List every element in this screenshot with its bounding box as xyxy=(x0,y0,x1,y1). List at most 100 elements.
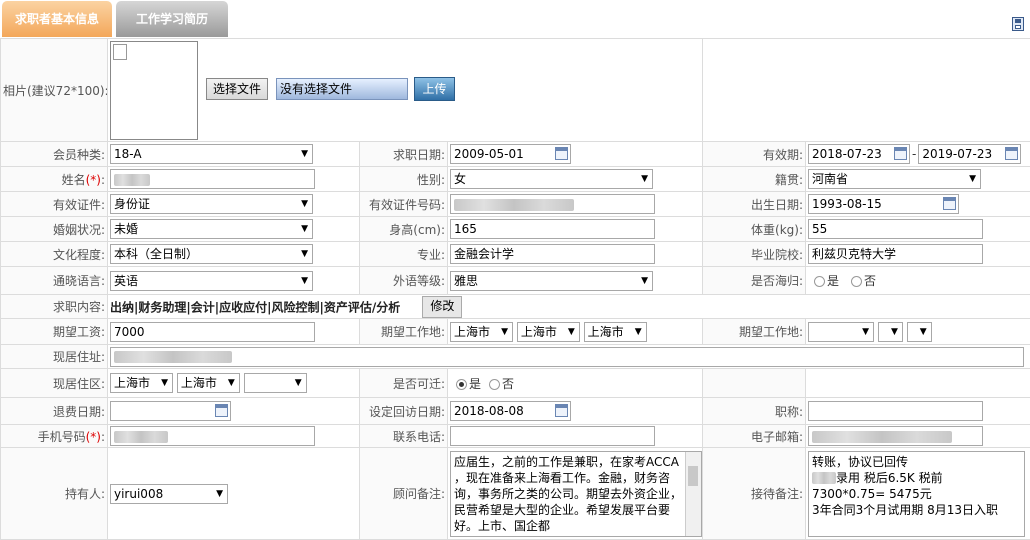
relocate-no-radio[interactable] xyxy=(489,378,501,390)
education-select[interactable]: 本科（全日制） xyxy=(110,244,313,264)
redacted-text xyxy=(114,430,168,443)
native-place-label: 籍贯: xyxy=(702,166,807,192)
expect-province-select[interactable]: 上海市 xyxy=(450,321,513,342)
file-name-display: 没有选择文件 xyxy=(276,78,408,100)
expect-city-select[interactable]: 上海市 xyxy=(516,321,580,342)
height-label: 身高(cm): xyxy=(359,216,448,242)
mobile-input[interactable] xyxy=(110,426,315,446)
name-label: 姓名(*): xyxy=(0,166,108,192)
expect2-city-select[interactable] xyxy=(877,321,903,342)
salary-label: 期望工资: xyxy=(0,318,108,345)
job-date-input[interactable]: 2009-05-01 xyxy=(450,144,571,164)
advisor-note-textarea[interactable]: 应届生，之前的工作是兼职，在家考ACCA ，现在准备来上海看工作。金融，财务咨询… xyxy=(450,450,702,537)
tab-work-history[interactable]: 工作学习简历 xyxy=(116,1,228,37)
save-icon[interactable] xyxy=(1012,17,1024,31)
edit-button[interactable]: 修改 xyxy=(422,295,463,318)
redacted-text xyxy=(114,173,150,186)
district-city-select[interactable]: 上海市 xyxy=(176,373,240,393)
major-input[interactable]: 金融会计学 xyxy=(450,244,655,264)
holder-label: 持有人: xyxy=(0,447,108,540)
expect2-province-select[interactable] xyxy=(808,321,875,342)
weight-input[interactable]: 55 xyxy=(808,219,984,239)
relocate-yes-radio[interactable] xyxy=(456,378,467,390)
birth-date-label: 出生日期: xyxy=(702,191,807,217)
upload-button[interactable]: 上传 xyxy=(414,77,455,101)
salary-input[interactable]: 7000 xyxy=(110,321,315,342)
native-place-select[interactable]: 河南省 xyxy=(808,169,982,189)
height-input[interactable]: 165 xyxy=(450,219,655,239)
major-label: 专业: xyxy=(359,241,448,267)
job-content-label: 求职内容: xyxy=(0,294,108,319)
email-input[interactable] xyxy=(808,426,984,446)
redacted-text xyxy=(812,430,953,443)
birth-date-input[interactable]: 1993-08-15 xyxy=(808,194,960,214)
marital-label: 婚姻状况: xyxy=(0,216,108,242)
reception-note-textarea[interactable]: 转账，协议已回传 录用 税后6.5K 税前 7300*0.75= 5475元 3年合同… xyxy=(808,450,1026,537)
phone-label: 联系电话: xyxy=(359,424,448,448)
overseas-no-radio[interactable] xyxy=(851,276,863,287)
title-label: 职称: xyxy=(702,397,807,425)
member-type-select[interactable]: 18-A xyxy=(110,144,313,164)
revisit-date-label: 设定回访日期: xyxy=(359,397,448,425)
calendar-icon[interactable] xyxy=(215,404,228,417)
id-number-input[interactable] xyxy=(450,194,655,214)
marital-select[interactable]: 未婚 xyxy=(110,219,313,239)
tab-bar: 求职者基本信息 工作学习简历 xyxy=(0,0,1030,38)
valid-period-label: 有效期: xyxy=(702,141,807,167)
scrollbar[interactable] xyxy=(685,451,701,536)
mobile-label: 手机号码(*): xyxy=(0,424,108,448)
overseas-label: 是否海归: xyxy=(702,266,807,295)
district-area-select[interactable] xyxy=(243,373,307,393)
id-type-label: 有效证件: xyxy=(0,191,108,217)
calendar-icon[interactable] xyxy=(1005,147,1019,160)
phone-input[interactable] xyxy=(450,426,655,446)
expect2-district-select[interactable] xyxy=(906,321,932,342)
member-type-label: 会员种类: xyxy=(0,141,108,167)
id-number-label: 有效证件号码: xyxy=(359,191,448,217)
expect-district-select[interactable]: 上海市 xyxy=(583,321,647,342)
redacted-text xyxy=(454,198,574,211)
refund-date-input[interactable] xyxy=(110,401,231,421)
school-label: 毕业院校: xyxy=(702,241,807,267)
weight-label: 体重(kg): xyxy=(702,216,807,242)
district-province-select[interactable]: 上海市 xyxy=(110,373,173,393)
name-input[interactable] xyxy=(110,169,315,189)
photo-preview xyxy=(110,41,198,140)
job-content-value: 出纳|财务助理|会计|应收应付|风险控制|资产评估/分析 xyxy=(110,300,401,314)
address-input[interactable] xyxy=(110,346,1024,367)
language-select[interactable]: 英语 xyxy=(110,270,313,291)
gender-select[interactable]: 女 xyxy=(450,169,653,189)
address-label: 现居住址: xyxy=(0,344,108,369)
calendar-icon[interactable] xyxy=(555,147,568,160)
choose-file-button[interactable]: 选择文件 xyxy=(206,78,269,100)
expect-place2-label: 期望工作地: xyxy=(702,318,807,345)
date-separator: - xyxy=(912,146,917,161)
holder-select[interactable]: yirui008 xyxy=(110,483,228,504)
relocate-label: 是否可迁: xyxy=(359,368,448,398)
photo-label: 相片(建议72*100): xyxy=(0,38,108,142)
job-date-label: 求职日期: xyxy=(359,141,448,167)
redacted-text xyxy=(114,351,232,363)
email-label: 电子邮箱: xyxy=(702,424,807,448)
calendar-icon[interactable] xyxy=(894,147,908,160)
refund-date-label: 退费日期: xyxy=(0,397,108,425)
school-input[interactable]: 利兹贝克特大学 xyxy=(808,244,984,264)
redacted-text xyxy=(812,472,837,484)
overseas-yes-radio[interactable] xyxy=(814,276,826,287)
title-input[interactable] xyxy=(808,401,984,421)
id-type-select[interactable]: 身份证 xyxy=(110,194,313,214)
valid-end-input[interactable]: 2019-07-23 xyxy=(918,144,1022,164)
reception-note-label: 接待备注: xyxy=(702,447,807,540)
gender-label: 性别: xyxy=(359,166,448,192)
advisor-note-label: 顾问备注: xyxy=(359,447,448,540)
valid-start-input[interactable]: 2018-07-23 xyxy=(808,144,911,164)
revisit-date-input[interactable]: 2018-08-08 xyxy=(450,401,571,421)
calendar-icon[interactable] xyxy=(943,197,957,210)
foreign-level-select[interactable]: 雅思 xyxy=(450,270,653,291)
tab-basic-info[interactable]: 求职者基本信息 xyxy=(2,1,112,37)
broken-image-icon xyxy=(113,44,127,60)
language-label: 通晓语言: xyxy=(0,266,108,295)
calendar-icon[interactable] xyxy=(555,404,568,417)
education-label: 文化程度: xyxy=(0,241,108,267)
expect-place-label: 期望工作地: xyxy=(359,318,448,345)
